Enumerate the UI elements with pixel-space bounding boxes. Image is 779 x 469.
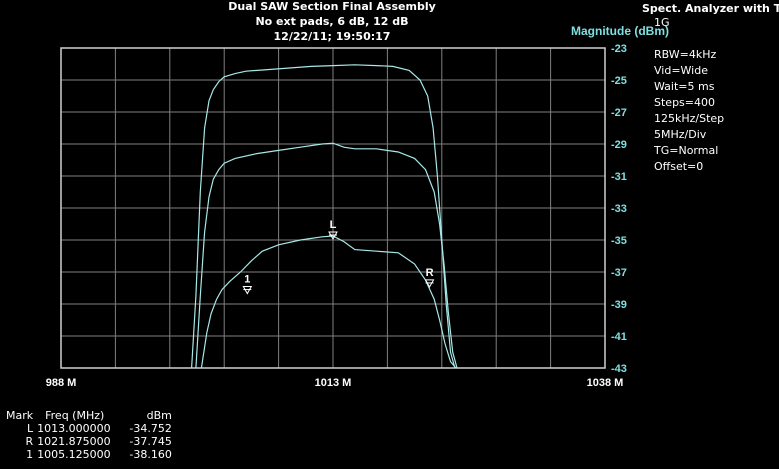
- settings-heading: Spect. Analyzer with TG: [642, 2, 779, 15]
- settings-div: 5MHz/Div: [654, 128, 707, 141]
- y-tick-label: -39: [611, 299, 627, 311]
- settings-panel: Spect. Analyzer with TG 1G RBW=4kHz Vid=…: [642, 2, 779, 175]
- chart-traces: [191, 64, 458, 369]
- y-tick-label: -29: [611, 139, 627, 151]
- chart-timestamp: 12/22/11; 19:50:17: [273, 30, 391, 43]
- marker-table-header: Mark Freq (MHz) dBm: [4, 409, 174, 422]
- y-tick-label: -23: [611, 43, 627, 55]
- chart-subtitle: No ext pads, 6 dB, 12 dB: [255, 15, 409, 28]
- x-tick-label: 1013 M: [315, 377, 352, 389]
- settings-offset: Offset=0: [654, 160, 704, 173]
- settings-tg: TG=Normal: [654, 144, 719, 157]
- chart-markers: L R 1: [242, 219, 435, 295]
- marker-table: Mark Freq (MHz) dBm L 1013.000000 -34.75…: [4, 409, 174, 461]
- table-row: L 1013.000000 -34.752: [4, 422, 174, 435]
- y-tick-labels: -23 -25 -27 -29 -31 -33 -35 -37 -39 -41 -43: [611, 43, 627, 375]
- settings-wait: Wait=5 ms: [654, 80, 715, 93]
- settings-band: 1G: [654, 16, 670, 29]
- settings-rbw: RBW=4kHz: [654, 48, 717, 61]
- chart-grid: [60, 47, 606, 369]
- y-tick-label: -41: [611, 331, 627, 343]
- y-tick-label: -33: [611, 203, 627, 215]
- marker-label: R: [25, 435, 34, 448]
- marker-freq: 1021.875000: [37, 435, 111, 448]
- marker-freq: 1013.000000: [37, 422, 111, 435]
- marker-label: L: [26, 422, 34, 435]
- x-tick-labels: 988 M 1013 M 1038 M: [46, 377, 624, 389]
- x-tick-label: 988 M: [46, 377, 77, 389]
- marker-dbm: -37.745: [129, 435, 172, 448]
- x-tick-label: 1038 M: [587, 377, 624, 389]
- marker-label: L: [330, 219, 337, 231]
- marker-label: R: [426, 267, 434, 279]
- trace-line-1: [191, 64, 456, 369]
- marker-col-freq: Freq (MHz): [45, 409, 105, 422]
- marker-label: 1: [244, 274, 250, 286]
- marker-freq: 1005.125000: [37, 448, 111, 461]
- marker-label: 1: [26, 448, 34, 461]
- y-tick-label: -31: [611, 171, 627, 183]
- y-tick-label: -37: [611, 267, 627, 279]
- settings-step-size: 125kHz/Step: [654, 112, 725, 125]
- y-tick-label: -27: [611, 107, 627, 119]
- trace-line-2: [195, 142, 458, 369]
- marker-col-mark: Mark: [6, 409, 34, 422]
- y-tick-label: -35: [611, 235, 627, 247]
- trace-line-3: [200, 235, 457, 369]
- marker-dbm: -34.752: [129, 422, 172, 435]
- marker-col-dbm: dBm: [146, 409, 172, 422]
- marker-dbm: -38.160: [129, 448, 172, 461]
- settings-steps: Steps=400: [654, 96, 715, 109]
- table-row: R 1021.875000 -37.745: [4, 435, 174, 448]
- y-tick-label: -43: [611, 363, 627, 375]
- settings-video: Vid=Wide: [654, 64, 708, 77]
- y-tick-label: -25: [611, 75, 627, 87]
- table-row: 1 1005.125000 -38.160: [4, 448, 174, 461]
- chart-title: Dual SAW Section Final Assembly: [228, 0, 436, 13]
